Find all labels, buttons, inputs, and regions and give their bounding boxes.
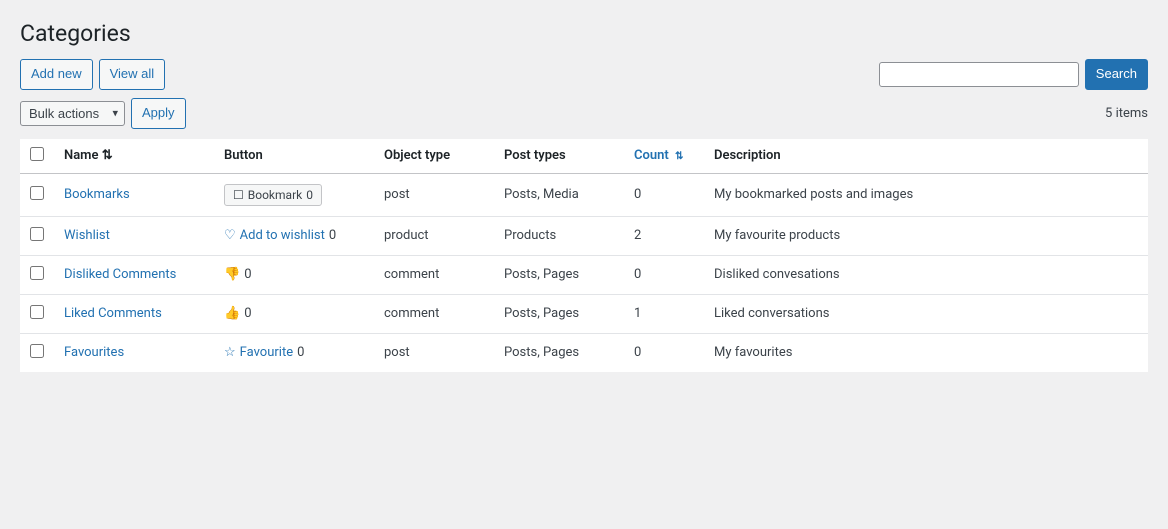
button-count: 0	[297, 345, 304, 360]
action-bar-left: Bulk actions Delete Apply	[20, 98, 186, 129]
row-object-type: comment	[374, 294, 494, 333]
row-object-type: product	[374, 216, 494, 255]
row-count: 0	[624, 255, 704, 294]
row-description: Disliked convesations	[704, 255, 1148, 294]
table-row: Bookmarks☐Bookmark0postPosts, Media0My b…	[20, 173, 1148, 216]
th-name-label: Name	[64, 148, 98, 163]
button-icon: ♡	[224, 228, 236, 243]
row-checkbox[interactable]	[30, 227, 44, 241]
button-label: Add to wishlist	[240, 228, 325, 243]
row-object-type: post	[374, 173, 494, 216]
th-description: Description	[704, 139, 1148, 174]
items-count: 5 items	[1105, 106, 1148, 121]
top-bar-left: Add new View all	[20, 59, 165, 90]
button-icon: ☐	[233, 188, 244, 202]
button-count: 0	[244, 306, 251, 321]
th-object-type: Object type	[374, 139, 494, 174]
search-input[interactable]	[879, 62, 1079, 87]
row-button-cell[interactable]: ☐ Bookmark 0	[224, 184, 322, 206]
row-description: My favourite products	[704, 216, 1148, 255]
row-object-type: post	[374, 333, 494, 372]
row-checkbox[interactable]	[30, 305, 44, 319]
button-icon: ☆	[224, 345, 236, 360]
search-button[interactable]: Search	[1085, 59, 1148, 90]
row-count: 0	[624, 173, 704, 216]
row-post-types: Posts, Pages	[494, 255, 624, 294]
apply-button[interactable]: Apply	[131, 98, 186, 129]
row-name-link[interactable]: Liked Comments	[64, 306, 162, 321]
th-name: Name ⇅	[54, 139, 214, 174]
row-description: My favourites	[704, 333, 1148, 372]
top-bar-right: Search	[879, 59, 1148, 90]
button-label: Bookmark	[248, 188, 302, 202]
bulk-actions-wrapper: Bulk actions Delete	[20, 101, 125, 126]
button-icon: 👎	[224, 267, 240, 282]
row-post-types: Products	[494, 216, 624, 255]
row-count: 0	[624, 333, 704, 372]
th-button: Button	[214, 139, 374, 174]
th-post-types-label: Post types	[504, 148, 566, 163]
select-all-checkbox[interactable]	[30, 147, 44, 161]
action-bar: Bulk actions Delete Apply 5 items	[20, 98, 1148, 129]
row-button-icon-only[interactable]: 👎 0	[224, 267, 252, 282]
categories-table: Name ⇅ Button Object type Post types Cou…	[20, 139, 1148, 372]
row-object-type: comment	[374, 255, 494, 294]
row-description: Liked conversations	[704, 294, 1148, 333]
bulk-actions-select[interactable]: Bulk actions Delete	[20, 101, 125, 126]
row-post-types: Posts, Media	[494, 173, 624, 216]
row-checkbox[interactable]	[30, 186, 44, 200]
row-name-link[interactable]: Wishlist	[64, 228, 110, 243]
row-name-link[interactable]: Favourites	[64, 345, 124, 360]
top-bar: Add new View all Search	[20, 59, 1148, 90]
th-count-label: Count	[634, 148, 669, 163]
page-title: Categories	[20, 20, 1148, 47]
th-object-type-label: Object type	[384, 148, 450, 163]
row-button-icon-only[interactable]: 👍 0	[224, 306, 252, 321]
count-sort-icon[interactable]: ⇅	[675, 151, 683, 162]
button-label: Favourite	[240, 345, 293, 360]
row-name-link[interactable]: Bookmarks	[64, 187, 130, 202]
button-icon: 👍	[224, 306, 240, 321]
button-count: 0	[306, 188, 313, 202]
button-count: 0	[244, 267, 251, 282]
row-checkbox[interactable]	[30, 344, 44, 358]
th-checkbox	[20, 139, 54, 174]
th-post-types: Post types	[494, 139, 624, 174]
row-post-types: Posts, Pages	[494, 294, 624, 333]
th-description-label: Description	[714, 148, 781, 163]
th-count[interactable]: Count ⇅	[624, 139, 704, 174]
row-post-types: Posts, Pages	[494, 333, 624, 372]
th-button-label: Button	[224, 148, 263, 163]
row-description: My bookmarked posts and images	[704, 173, 1148, 216]
row-button-inline[interactable]: ♡ Add to wishlist 0	[224, 228, 336, 243]
row-count: 1	[624, 294, 704, 333]
add-new-button[interactable]: Add new	[20, 59, 93, 90]
table-row: Disliked Comments👎 0commentPosts, Pages0…	[20, 255, 1148, 294]
row-button-inline[interactable]: ☆ Favourite 0	[224, 345, 304, 360]
row-name-link[interactable]: Disliked Comments	[64, 267, 176, 282]
table-body: Bookmarks☐Bookmark0postPosts, Media0My b…	[20, 173, 1148, 372]
row-count: 2	[624, 216, 704, 255]
table-row: Wishlist ♡ Add to wishlist 0 productProduct…	[20, 216, 1148, 255]
button-count: 0	[329, 228, 336, 243]
table-row: Liked Comments 👍 0 commentPosts, Pages1Lik…	[20, 294, 1148, 333]
name-sort-icon[interactable]: ⇅	[102, 148, 113, 163]
table-row: Favourites☆Favourite 0postPosts, Pages0M…	[20, 333, 1148, 372]
view-all-button[interactable]: View all	[99, 59, 166, 90]
table-header: Name ⇅ Button Object type Post types Cou…	[20, 139, 1148, 174]
row-checkbox[interactable]	[30, 266, 44, 280]
